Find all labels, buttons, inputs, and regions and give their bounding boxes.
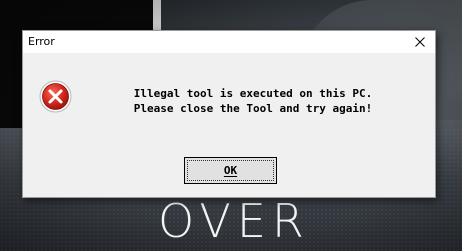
error-message: Illegal tool is executed on this PC. Ple… [83, 86, 423, 116]
error-icon [39, 80, 72, 113]
game-over-text: OVER [158, 194, 310, 248]
ok-button-label: OK [223, 164, 238, 177]
close-button[interactable] [409, 33, 431, 51]
dialog-title: Error [28, 35, 55, 48]
dialog-titlebar[interactable]: Error [23, 31, 435, 53]
close-icon [415, 37, 425, 47]
error-dialog: Error Illegal tool is executed on this P… [22, 30, 436, 198]
error-message-line-2: Please close the Tool and try again! [133, 102, 373, 115]
error-message-line-1: Illegal tool is executed on this PC. [133, 87, 373, 100]
ok-button[interactable]: OK [184, 157, 277, 184]
